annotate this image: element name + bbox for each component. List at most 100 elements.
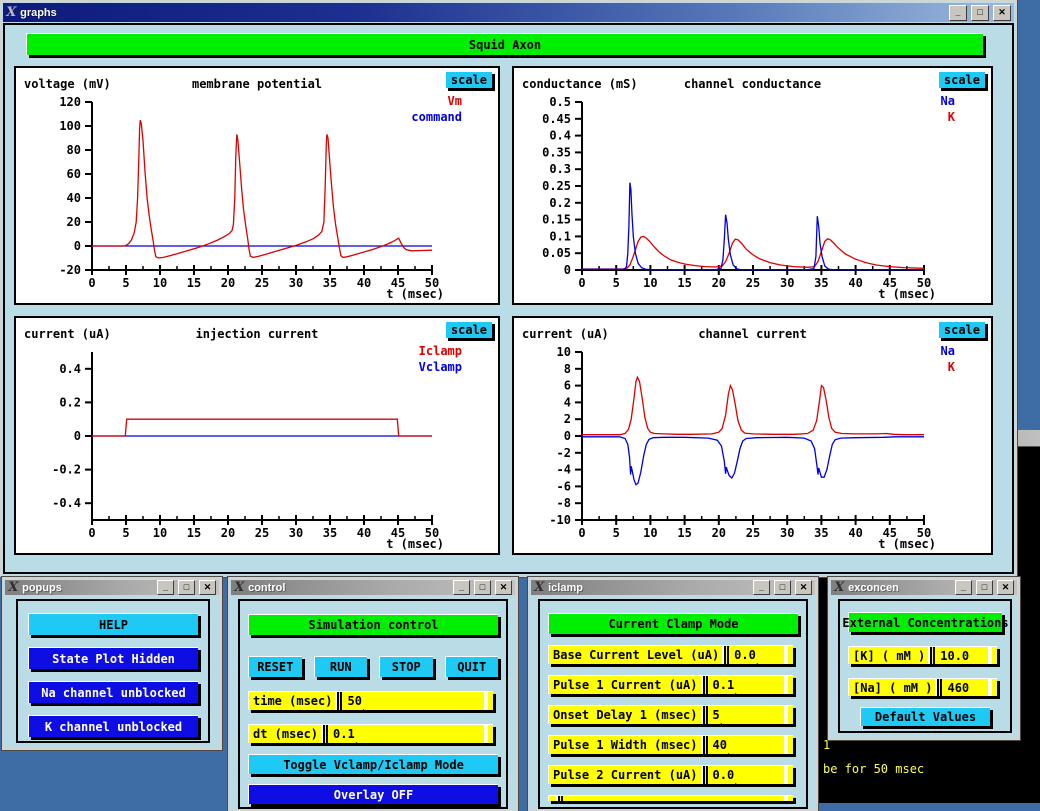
reset-button[interactable]: RESET xyxy=(248,656,302,677)
minimize-button[interactable]: _ xyxy=(157,580,174,595)
field-value[interactable]: 10.0 xyxy=(936,647,988,664)
state-plot-hidden-button[interactable]: State Plot Hidden xyxy=(28,647,198,669)
scale-button[interactable]: scale xyxy=(445,321,492,338)
svg-text:2: 2 xyxy=(564,412,571,426)
minimize-button[interactable]: _ xyxy=(949,5,967,21)
field-value[interactable] xyxy=(564,796,784,801)
minimize-button[interactable]: _ xyxy=(453,580,470,595)
channel-current-panel: -10-8-6-4-2024681005101520253035404550t … xyxy=(512,316,993,555)
svg-text:60: 60 xyxy=(67,167,81,181)
quit-button[interactable]: QUIT xyxy=(445,656,499,677)
window-title: control xyxy=(248,582,449,594)
svg-text:0: 0 xyxy=(74,239,81,253)
svg-text:-0.4: -0.4 xyxy=(52,496,81,510)
field-label[interactable]: [K] ( mM ) xyxy=(849,647,928,664)
svg-text:5: 5 xyxy=(122,276,129,290)
pulse-2-current-ua-field: Pulse 2 Current (uA) 0.0 xyxy=(548,765,793,784)
svg-text:0.4: 0.4 xyxy=(549,129,571,143)
iclamp-titlebar[interactable]: X iclamp _ □ ✕ xyxy=(531,580,815,595)
pulse-1-current-ua-field: Pulse 1 Current (uA) 0.1 xyxy=(548,675,793,694)
svg-text:0.4: 0.4 xyxy=(59,362,81,376)
svg-text:35: 35 xyxy=(323,526,337,540)
onset-delay-1-msec-field: Onset Delay 1 (msec) 5 xyxy=(548,705,793,724)
maximize-button[interactable]: □ xyxy=(976,580,993,595)
svg-text:10: 10 xyxy=(153,276,167,290)
field-label[interactable]: Onset Delay 1 (msec) xyxy=(549,706,701,724)
help-button[interactable]: HELP xyxy=(28,613,198,635)
svg-text:5: 5 xyxy=(122,526,129,540)
exconcen-titlebar[interactable]: X exconcen _ □ ✕ xyxy=(831,580,1017,595)
field-label[interactable]: dt (msec) xyxy=(249,725,321,743)
svg-text:20: 20 xyxy=(712,526,726,540)
close-button[interactable]: ✕ xyxy=(993,5,1011,21)
default-values-button[interactable]: Default Values xyxy=(860,707,990,726)
svg-text:0: 0 xyxy=(88,276,95,290)
run-button[interactable]: RUN xyxy=(314,656,368,677)
svg-text:5: 5 xyxy=(613,526,620,540)
field-value[interactable]: 0.0 xyxy=(709,766,785,784)
terminal-output-line: 1 xyxy=(823,738,830,752)
stop-button[interactable]: STOP xyxy=(379,656,433,677)
close-button[interactable]: ✕ xyxy=(997,580,1014,595)
field-label[interactable]: time (msec) xyxy=(249,692,335,710)
external-concentrations-button[interactable]: External Concentrations xyxy=(848,612,1002,632)
field-separator xyxy=(556,796,564,801)
maximize-button[interactable]: □ xyxy=(774,580,791,595)
field-label[interactable] xyxy=(549,796,556,801)
control-titlebar[interactable]: X control _ □ ✕ xyxy=(231,580,515,595)
na-channel-unblocked-button[interactable]: Na channel unblocked xyxy=(28,681,198,703)
simulation-control-header-button[interactable]: Simulation control xyxy=(248,614,498,635)
svg-text:40: 40 xyxy=(848,276,862,290)
legend-item-iclamp: Iclamp xyxy=(419,343,462,359)
maximize-button[interactable]: □ xyxy=(971,5,989,21)
field-endcap xyxy=(784,796,788,801)
channel-conductance-chart: 00.050.10.150.20.250.30.350.40.450.50510… xyxy=(514,68,991,303)
control-window: X control _ □ ✕ Simulation control RESET R… xyxy=(228,577,518,811)
graphs-window-body: Squid Axon -2002040608010012005101520253… xyxy=(3,23,1014,574)
field-label[interactable]: Pulse 2 Current (uA) xyxy=(549,766,701,784)
x11-logo-icon: X xyxy=(233,581,246,594)
close-button[interactable]: ✕ xyxy=(199,580,216,595)
popups-titlebar[interactable]: X popups _ □ ✕ xyxy=(5,580,219,595)
svg-text:35: 35 xyxy=(814,526,828,540)
maximize-button[interactable]: □ xyxy=(474,580,491,595)
field-value[interactable]: 0.0 xyxy=(730,646,784,664)
field-label[interactable]: Pulse 1 Width (msec) xyxy=(549,736,701,754)
maximize-button[interactable]: □ xyxy=(178,580,195,595)
close-button[interactable]: ✕ xyxy=(795,580,812,595)
chart-title: membrane potential xyxy=(16,77,498,91)
field-separator xyxy=(321,725,329,743)
squid-axon-button[interactable]: Squid Axon xyxy=(26,33,983,55)
svg-text:-8: -8 xyxy=(557,496,571,510)
iclamp-window: X iclamp _ □ ✕ Current Clamp Mode Base Cu… xyxy=(528,577,818,811)
field-value[interactable]: 460 xyxy=(943,679,988,696)
field-endcap xyxy=(988,647,992,664)
field-label[interactable]: Pulse 1 Current (uA) xyxy=(549,676,701,694)
field-separator xyxy=(701,706,709,724)
scale-button[interactable]: scale xyxy=(445,71,492,88)
svg-text:0: 0 xyxy=(578,276,585,290)
field-value[interactable]: 5 xyxy=(709,706,785,724)
svg-text:-6: -6 xyxy=(557,479,571,493)
field-label[interactable]: Base Current Level (uA) xyxy=(549,646,722,664)
current-clamp-mode-button[interactable]: Current Clamp Mode xyxy=(548,613,798,634)
field-value[interactable]: 0.1 xyxy=(329,725,484,743)
overlay-button[interactable]: Overlay OFF xyxy=(248,784,498,804)
svg-text:30: 30 xyxy=(780,526,794,540)
graphs-titlebar[interactable]: X graphs _ □ ✕ xyxy=(3,3,1014,22)
scale-button[interactable]: scale xyxy=(938,71,985,88)
field-value[interactable]: 50 xyxy=(343,692,484,710)
svg-text:15: 15 xyxy=(677,526,691,540)
scale-button[interactable]: scale xyxy=(938,321,985,338)
toggle-vclamp-iclamp-button[interactable]: Toggle Vclamp/Iclamp Mode xyxy=(248,754,498,774)
svg-text:0.05: 0.05 xyxy=(542,246,571,260)
control-panel: Simulation control RESET RUN STOP QUIT time (… xyxy=(238,599,508,809)
k-channel-unblocked-button[interactable]: K channel unblocked xyxy=(28,715,198,737)
close-button[interactable]: ✕ xyxy=(495,580,512,595)
field-separator xyxy=(701,676,709,694)
field-value[interactable]: 40 xyxy=(709,736,785,754)
field-label[interactable]: [Na] ( mM ) xyxy=(849,679,935,696)
minimize-button[interactable]: _ xyxy=(955,580,972,595)
minimize-button[interactable]: _ xyxy=(753,580,770,595)
field-value[interactable]: 0.1 xyxy=(709,676,785,694)
